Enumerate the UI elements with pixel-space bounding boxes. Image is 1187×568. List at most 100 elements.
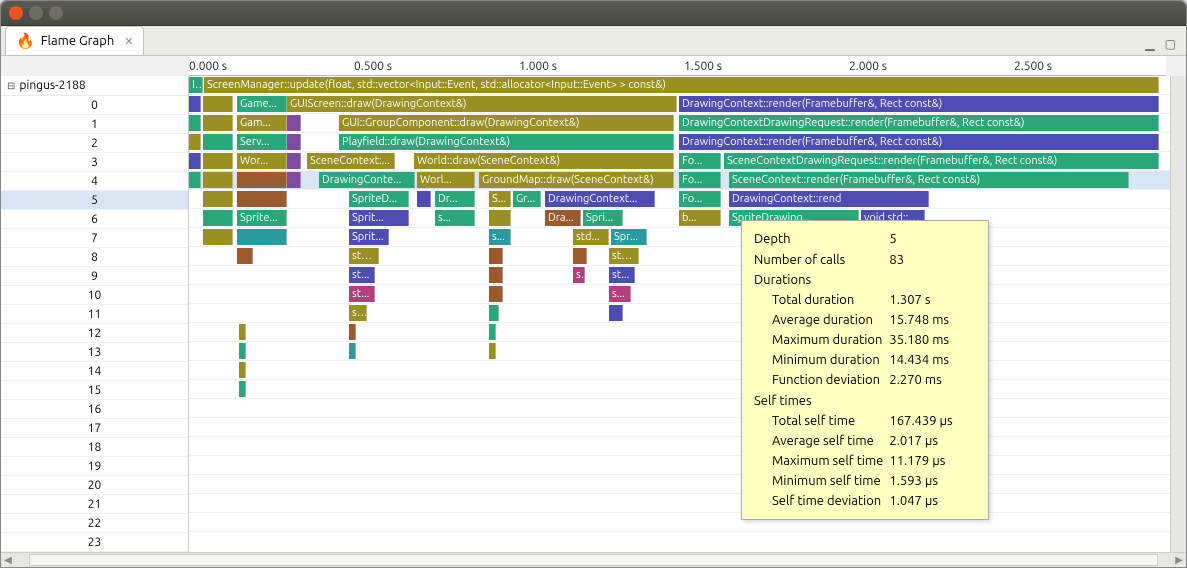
flame-bar[interactable]: Fo... <box>679 153 721 169</box>
flame-bar[interactable] <box>239 343 246 359</box>
window-min-icon[interactable]: ▁ <box>1145 37 1154 51</box>
flame-bar[interactable] <box>489 343 496 359</box>
depth-row[interactable]: 8 <box>1 248 188 267</box>
flame-bar[interactable] <box>237 229 287 245</box>
flame-bar[interactable] <box>189 96 201 112</box>
flame-bar[interactable]: SceneContext:... <box>307 153 395 169</box>
flame-bar[interactable]: s... <box>609 286 631 302</box>
flame-chart[interactable]: ScreenManager::update(float, std::vector… <box>189 76 1170 552</box>
flame-bar[interactable] <box>489 210 511 226</box>
flame-bar[interactable] <box>239 324 246 340</box>
flame-bar[interactable]: Worl... <box>417 172 475 188</box>
depth-row[interactable]: 5 <box>1 191 188 210</box>
flame-bar[interactable]: Dr... <box>435 191 475 207</box>
depth-row[interactable]: 3 <box>1 153 188 172</box>
depth-row[interactable]: 12 <box>1 324 188 343</box>
flame-bar[interactable]: Fo... <box>679 172 721 188</box>
minimize-icon[interactable] <box>29 6 43 20</box>
flame-bar[interactable]: Game... <box>237 96 287 112</box>
depth-row[interactable]: 23 <box>1 533 188 552</box>
flame-bar[interactable]: ScreenManager::update(float, std::vector… <box>204 77 1159 93</box>
flame-bar[interactable] <box>489 286 503 302</box>
flame-bar[interactable] <box>203 115 233 131</box>
flame-bar[interactable]: DrawingContextDrawingRequest::render(Fra… <box>679 115 1159 131</box>
time-ruler[interactable]: 0.000 s0.500 s1.000 s1.500 s2.000 s2.500… <box>189 56 1166 76</box>
flame-bar[interactable] <box>237 172 287 188</box>
flame-bar[interactable]: s... <box>573 267 585 283</box>
flame-bar[interactable] <box>573 248 587 264</box>
depth-row[interactable]: 10 <box>1 286 188 305</box>
flame-bar[interactable] <box>203 210 233 226</box>
flame-bar[interactable]: Dra... <box>545 210 581 226</box>
flame-bar[interactable]: GUIScreen::draw(DrawingContext&) <box>287 96 677 112</box>
maximize-icon[interactable] <box>49 6 63 20</box>
flame-bar[interactable] <box>287 172 301 188</box>
horizontal-scrollbar[interactable]: ◀ ▶ <box>1 552 1186 567</box>
vertical-scrollbar[interactable] <box>1170 76 1186 552</box>
flame-bar[interactable] <box>417 191 431 207</box>
depth-row[interactable]: 16 <box>1 400 188 419</box>
flame-bar[interactable]: DrawingConte... <box>319 172 415 188</box>
process-item[interactable]: ⊟ pingus-2188 <box>1 76 188 96</box>
depth-row[interactable]: 20 <box>1 476 188 495</box>
flame-bar[interactable]: SpriteD... <box>349 191 409 207</box>
tab-close-icon[interactable]: ✕ <box>124 35 133 48</box>
flame-bar[interactable] <box>189 115 201 131</box>
flame-bar[interactable] <box>203 229 233 245</box>
flame-bar[interactable]: Spri... <box>583 210 623 226</box>
flame-bar[interactable]: b... <box>679 210 721 226</box>
flame-bar[interactable] <box>287 134 301 150</box>
flame-bar[interactable]: Gam... <box>237 115 287 131</box>
collapse-icon[interactable]: ⊟ <box>7 80 15 92</box>
depth-row[interactable]: 1 <box>1 115 188 134</box>
depth-row[interactable]: 18 <box>1 438 188 457</box>
flame-bar[interactable]: s... <box>349 305 367 321</box>
flame-bar[interactable] <box>489 305 499 321</box>
flame-bar[interactable] <box>489 248 503 264</box>
flame-bar[interactable] <box>203 191 233 207</box>
depth-row[interactable]: 21 <box>1 495 188 514</box>
title-bar[interactable] <box>1 1 1186 26</box>
flame-bar[interactable] <box>287 115 301 131</box>
flame-bar[interactable]: Playfield::draw(DrawingContext&) <box>339 134 674 150</box>
flame-bar[interactable]: I... <box>189 77 203 93</box>
depth-row[interactable]: 13 <box>1 343 188 362</box>
flame-bar[interactable] <box>287 153 301 169</box>
flame-bar[interactable] <box>239 362 246 378</box>
flame-bar[interactable]: Gr... <box>513 191 541 207</box>
flame-bar[interactable] <box>189 172 201 188</box>
flame-bar[interactable] <box>203 96 233 112</box>
flame-bar[interactable] <box>239 381 246 397</box>
flame-bar[interactable]: DrawingContext::render(Framebuffer&, Rec… <box>679 134 1159 150</box>
depth-row[interactable]: 6 <box>1 210 188 229</box>
flame-bar[interactable]: s... <box>489 229 511 245</box>
flame-bar[interactable] <box>237 191 287 207</box>
depth-row[interactable]: 4 <box>1 172 188 191</box>
flame-bar[interactable]: std... <box>609 248 639 264</box>
flame-bar[interactable]: Sprit... <box>349 210 409 226</box>
depth-row[interactable]: 0 <box>1 96 188 115</box>
window-restore-icon[interactable]: ▢ <box>1165 37 1176 51</box>
flame-bar[interactable]: DrawingContext::render(Framebuffer&, Rec… <box>679 96 1159 112</box>
flame-bar[interactable]: World::draw(SceneContext&) <box>414 153 674 169</box>
flame-bar[interactable]: GUI::GroupComponent::draw(DrawingContext… <box>339 115 674 131</box>
flame-bar[interactable] <box>203 134 233 150</box>
flame-bar[interactable]: st... <box>349 286 375 302</box>
flame-bar[interactable]: Sprit... <box>349 229 389 245</box>
flame-bar[interactable] <box>489 324 496 340</box>
depth-row[interactable]: 22 <box>1 514 188 533</box>
flame-bar[interactable]: S... <box>489 191 511 207</box>
flame-bar[interactable]: SceneContext::render(Framebuffer&, Rect … <box>729 172 1129 188</box>
depth-row[interactable]: 11 <box>1 305 188 324</box>
scroll-right-icon[interactable]: ▶ <box>1172 554 1186 566</box>
flame-bar[interactable]: Spr... <box>611 229 647 245</box>
flame-bar[interactable] <box>189 153 201 169</box>
flame-bar[interactable]: DrawingContext... <box>545 191 655 207</box>
flame-bar[interactable]: DrawingContext::rend <box>729 191 929 207</box>
depth-row[interactable]: 17 <box>1 419 188 438</box>
depth-row[interactable]: 9 <box>1 267 188 286</box>
flame-bar[interactable]: Wor... <box>237 153 287 169</box>
flame-bar[interactable]: Serv... <box>237 134 287 150</box>
flame-bar[interactable]: st... <box>349 267 375 283</box>
depth-row[interactable]: 14 <box>1 362 188 381</box>
